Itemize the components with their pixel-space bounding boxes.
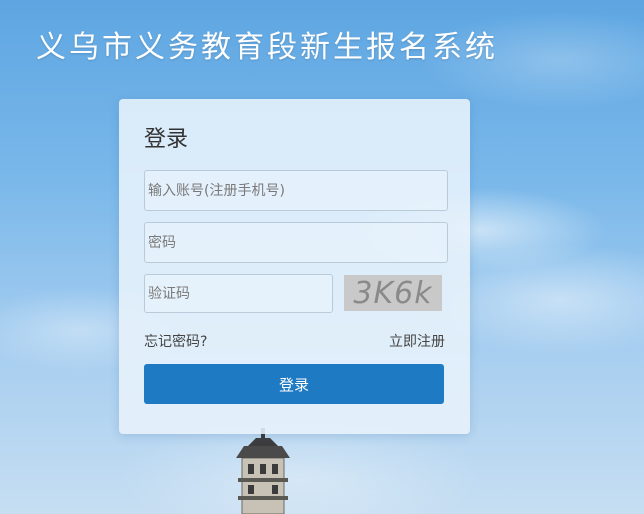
captcha-input[interactable] xyxy=(144,274,333,313)
login-title: 登录 xyxy=(144,127,189,152)
page-title: 义乌市义务教育段新生报名系统 xyxy=(36,30,498,65)
register-link[interactable]: 立即注册 xyxy=(389,331,445,351)
login-panel: 登录 3K6k 忘记密码? 立即注册 登录 xyxy=(119,99,470,434)
pagoda-tower-image xyxy=(236,428,290,514)
password-input[interactable] xyxy=(144,222,448,263)
account-input[interactable] xyxy=(144,170,448,211)
captcha-image[interactable]: 3K6k xyxy=(344,275,442,311)
login-button[interactable]: 登录 xyxy=(144,364,444,404)
forgot-password-link[interactable]: 忘记密码? xyxy=(144,331,207,351)
